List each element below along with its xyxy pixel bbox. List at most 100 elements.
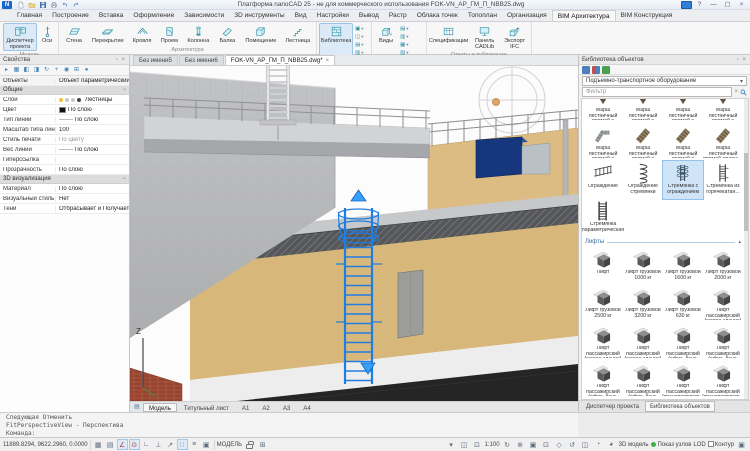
properties-toolbar-icon[interactable]: ◉ bbox=[62, 66, 71, 75]
library-item[interactable]: Ограждение стремянки bbox=[623, 161, 663, 199]
property-row[interactable]: Масштаб типа линий 100 bbox=[0, 125, 129, 135]
qat-button[interactable] bbox=[60, 0, 70, 9]
checkbox-icon[interactable] bbox=[708, 441, 714, 447]
property-row[interactable]: Гиперссылка bbox=[0, 155, 129, 165]
library-item[interactable]: Марш лестничный прямой с панду... bbox=[623, 98, 663, 123]
qat-button[interactable] bbox=[38, 0, 48, 9]
property-row[interactable]: Материал По слою bbox=[0, 184, 129, 194]
property-row[interactable]: Тени Отбрасывает и Получает bbox=[0, 204, 129, 214]
scale-value[interactable]: 1:100 bbox=[485, 442, 500, 448]
section-header-3d[interactable]: 3D визуализация− bbox=[0, 175, 129, 184]
ribbon-tab[interactable]: Вид bbox=[290, 10, 312, 21]
properties-toolbar-icon[interactable]: ◧ bbox=[22, 66, 31, 75]
command-line-panel[interactable]: Следующая Отменить FitPerspectiveView - … bbox=[0, 412, 578, 437]
close-icon[interactable]: × bbox=[121, 57, 126, 63]
status-view-icon[interactable]: ▣ bbox=[528, 439, 539, 450]
qat-button[interactable] bbox=[49, 0, 59, 9]
snap-toggle-icon[interactable]: ∠ bbox=[117, 439, 128, 450]
pin-icon[interactable]: ▫ bbox=[737, 57, 740, 63]
properties-toolbar-icon[interactable]: ◨ bbox=[32, 66, 41, 75]
specifications-button[interactable]: Спецификации bbox=[429, 23, 469, 51]
library-sort-icon[interactable] bbox=[592, 66, 600, 74]
lifts-section-header[interactable]: Лифты ▴ bbox=[583, 237, 743, 247]
ribbon-tab[interactable]: Вставка bbox=[94, 10, 129, 21]
library-item[interactable]: Лифт пассажирский (транспортиров... bbox=[703, 361, 743, 399]
qat-button[interactable] bbox=[27, 0, 37, 9]
snap-toggle-icon[interactable]: ∟ bbox=[141, 439, 152, 450]
document-tab[interactable]: Без имени5× bbox=[133, 55, 178, 65]
panel-tab[interactable]: Диспетчер проекта bbox=[581, 401, 644, 412]
close-icon[interactable]: × bbox=[742, 57, 747, 63]
document-tab[interactable]: Без имени6× bbox=[179, 55, 224, 65]
property-row[interactable]: Стиль печати По цвету bbox=[0, 135, 129, 145]
collapse-icon[interactable]: ▴ bbox=[738, 239, 741, 245]
snap-toggle-icon[interactable]: ▣ bbox=[201, 439, 212, 450]
ribbon-tab[interactable]: Облака точек bbox=[412, 10, 463, 21]
axes-button[interactable]: Оси bbox=[38, 23, 56, 51]
lock-icon[interactable] bbox=[246, 444, 253, 449]
collapse-icon[interactable]: − bbox=[122, 176, 126, 182]
library-item[interactable]: Стремянка с ограждением bbox=[663, 161, 703, 199]
search-icon[interactable] bbox=[740, 89, 747, 96]
property-row[interactable]: Слой Лестницы bbox=[0, 95, 129, 105]
library-filter-input[interactable] bbox=[582, 87, 732, 97]
property-row[interactable]: Цвет По слою bbox=[0, 105, 129, 115]
properties-toolbar-icon[interactable]: ▸ bbox=[2, 66, 11, 75]
layout-grid-icon[interactable]: ⊞ bbox=[257, 439, 268, 450]
architecture-tool-button[interactable]: Перекрытие bbox=[88, 23, 128, 46]
ribbon-tab[interactable]: Организация bbox=[502, 10, 552, 21]
layout-tab[interactable]: А4 bbox=[297, 403, 316, 412]
library-item[interactable]: Лифт пассажирский (жилое здание) 6... bbox=[623, 323, 663, 361]
library-item[interactable]: Лифт грузовой 630 кг bbox=[663, 285, 703, 323]
architecture-tool-button[interactable]: Проем bbox=[156, 23, 182, 46]
layout-browse-icon[interactable]: ▤ bbox=[132, 403, 142, 411]
ribbon-tab[interactable]: Вывод bbox=[354, 10, 384, 21]
layout-tab[interactable]: Титульный лист bbox=[178, 403, 235, 412]
library-item[interactable]: Марш лестничный прямой с нечетной... bbox=[623, 123, 663, 161]
layout-tab[interactable]: Модель bbox=[143, 403, 177, 412]
architecture-tool-button[interactable]: Колонна bbox=[183, 23, 213, 46]
layout-tab[interactable]: А1 bbox=[236, 403, 255, 412]
section-header-general[interactable]: Общие− bbox=[0, 86, 129, 95]
collapse-icon[interactable]: − bbox=[122, 87, 126, 93]
pin-icon[interactable]: ▫ bbox=[116, 57, 119, 63]
status-mid-icon[interactable]: ▾ bbox=[446, 439, 457, 450]
ribbon-tab[interactable]: BIM Конструкция bbox=[616, 10, 678, 21]
status-view-icon[interactable]: ◫ bbox=[580, 439, 591, 450]
close-button[interactable]: × bbox=[735, 0, 748, 9]
ribbon-tab[interactable]: Зависимости bbox=[179, 10, 229, 21]
library-item[interactable]: Лифт грузовой 1000 кг bbox=[623, 247, 663, 285]
category-dropdown[interactable]: Подъемно-транспортное оборудование ▾ bbox=[582, 76, 747, 86]
library-item[interactable]: Лифт пассажирский (офис, банк, гост... bbox=[623, 361, 663, 399]
panel-tab[interactable]: Библиотека объектов bbox=[645, 401, 715, 412]
library-item[interactable]: Лифт пассажирский (жилое здание) 4... bbox=[583, 323, 623, 361]
status-view-icon[interactable]: ⊕ bbox=[515, 439, 526, 450]
library-item[interactable]: Лифт пассажирский (офис, банк, гост... bbox=[583, 361, 623, 399]
snap-toggle-icon[interactable]: ▤ bbox=[105, 439, 116, 450]
snap-toggle-icon[interactable]: ⊥ bbox=[153, 439, 164, 450]
app-logo[interactable]: N bbox=[2, 1, 12, 9]
project-manager-button[interactable]: Диспетчер проекта bbox=[3, 23, 37, 51]
property-row[interactable]: Визуальный стиль Нет bbox=[0, 194, 129, 204]
library-item[interactable]: Ограждение bbox=[583, 161, 623, 199]
documentation-mini-button[interactable]: ▤▾ bbox=[399, 25, 414, 32]
clear-filter-icon[interactable]: × bbox=[734, 89, 738, 95]
documentation-mini-button[interactable]: ▦▾ bbox=[399, 41, 414, 48]
objects-mini-button[interactable]: ◫▾ bbox=[354, 33, 369, 40]
nodes-indicator[interactable]: Показ узлов bbox=[651, 442, 692, 448]
properties-toolbar-icon[interactable]: ⊞ bbox=[72, 66, 81, 75]
ribbon-tab[interactable]: Построение bbox=[47, 10, 94, 21]
close-icon[interactable]: × bbox=[326, 58, 330, 64]
architecture-tool-button[interactable]: Балка bbox=[214, 23, 240, 46]
library-item[interactable]: Лифт пассажирский (транспортиров... bbox=[663, 361, 703, 399]
library-item[interactable]: Лифт bbox=[583, 247, 623, 285]
layout-tab[interactable]: А3 bbox=[277, 403, 296, 412]
help-button[interactable]: ? bbox=[693, 0, 706, 9]
model-space-label[interactable]: МОДЕЛЬ bbox=[217, 442, 242, 448]
export-ifc-button[interactable]: Экспорт IFC bbox=[501, 23, 529, 51]
ribbon-tab[interactable]: Растр bbox=[384, 10, 412, 21]
library-table-icon[interactable] bbox=[602, 66, 610, 74]
ribbon-tab[interactable]: Топоплан bbox=[463, 10, 502, 21]
library-item[interactable]: Лифт грузовой 2000 кг bbox=[703, 247, 743, 285]
ribbon-tab[interactable]: 3D инструменты bbox=[229, 10, 289, 21]
